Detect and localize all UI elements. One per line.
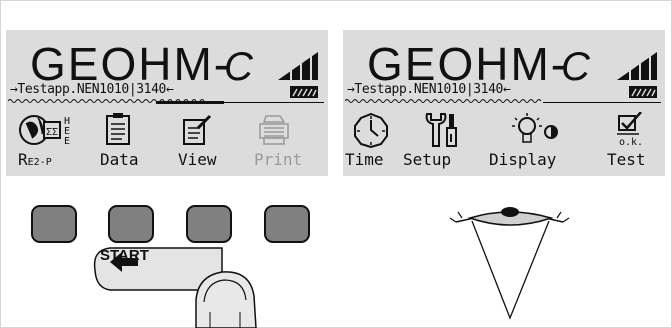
finger-press-icon xyxy=(195,271,257,328)
start-label: START xyxy=(100,247,149,264)
view-cone xyxy=(471,220,550,320)
eye-icon xyxy=(449,207,570,226)
start-illustration xyxy=(93,207,570,328)
